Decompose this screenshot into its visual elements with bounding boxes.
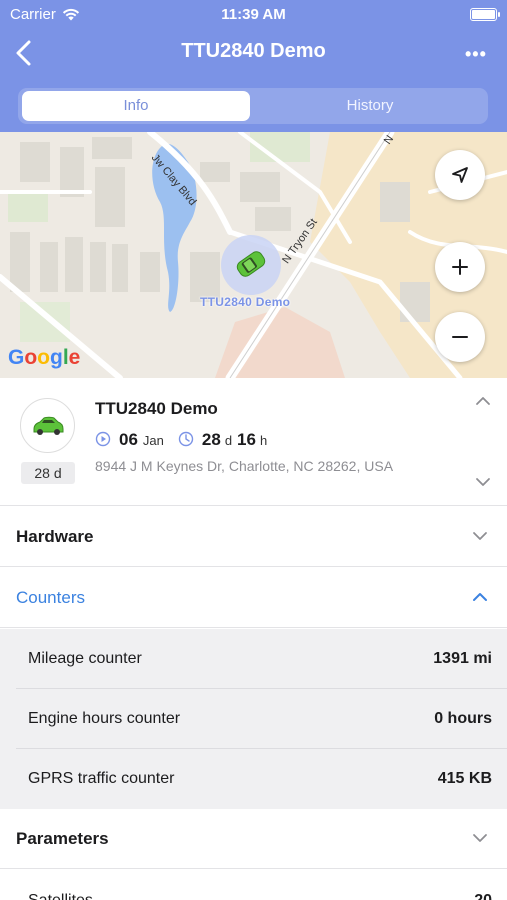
last-message-day: 06 bbox=[119, 430, 138, 449]
duration-hours: 16 bbox=[237, 430, 256, 449]
car-icon bbox=[33, 416, 63, 435]
app-header: Carrier 11:39 AM TTU2840 Demo ••• Info H… bbox=[0, 0, 507, 132]
unit-name: TTU2840 Demo bbox=[95, 399, 218, 418]
tab-info[interactable]: Info bbox=[22, 91, 250, 121]
section-parameters[interactable]: Parameters bbox=[0, 809, 507, 869]
counter-value: 0 hours bbox=[434, 710, 492, 727]
chevron-down-icon bbox=[473, 532, 487, 540]
status-bar: Carrier 11:39 AM bbox=[0, 0, 507, 28]
unit-avatar bbox=[20, 398, 75, 453]
section-counters-title: Counters bbox=[16, 588, 85, 607]
segmented-control: Info History bbox=[18, 88, 488, 124]
parameter-label: Satellites bbox=[28, 892, 93, 900]
tab-history[interactable]: History bbox=[256, 91, 484, 121]
locate-button[interactable] bbox=[435, 150, 485, 200]
chevron-down-icon bbox=[473, 834, 487, 842]
more-dots-icon: ••• bbox=[465, 44, 487, 64]
zoom-in-button[interactable] bbox=[435, 242, 485, 292]
age-badge: 28 d bbox=[21, 462, 75, 484]
duration-days: 28 bbox=[201, 430, 221, 449]
play-circle-icon bbox=[95, 431, 111, 447]
duration-hours-unit: h bbox=[259, 433, 268, 448]
counter-row: GPRS traffic counter 415 KB bbox=[0, 749, 507, 809]
section-parameters-title: Parameters bbox=[16, 829, 109, 848]
unit-meta: 06 Jan 28 d 16 h bbox=[95, 429, 267, 450]
counter-label: Mileage counter bbox=[28, 650, 142, 667]
counter-row: Engine hours counter 0 hours bbox=[0, 689, 507, 749]
parameter-value: 20 bbox=[474, 892, 492, 900]
section-hardware[interactable]: Hardware bbox=[0, 507, 507, 567]
counter-row: Mileage counter 1391 mi bbox=[0, 629, 507, 689]
counter-value: 415 KB bbox=[437, 770, 492, 787]
chevron-up-icon[interactable] bbox=[474, 394, 492, 408]
section-hardware-title: Hardware bbox=[16, 527, 94, 546]
page-title: TTU2840 Demo bbox=[181, 40, 326, 62]
zoom-out-button[interactable] bbox=[435, 312, 485, 362]
chevron-down-icon[interactable] bbox=[474, 475, 492, 489]
last-message-month: Jan bbox=[142, 433, 164, 448]
chevron-up-icon bbox=[473, 593, 487, 601]
zoom-out-icon bbox=[452, 336, 468, 338]
counter-label: GPRS traffic counter bbox=[28, 770, 175, 787]
counter-value: 1391 mi bbox=[433, 650, 492, 667]
locate-icon bbox=[452, 167, 468, 183]
vehicle-marker[interactable] bbox=[231, 244, 271, 284]
status-time: 11:39 AM bbox=[221, 6, 286, 23]
google-logo: Google bbox=[8, 346, 81, 369]
clock-icon bbox=[178, 431, 194, 447]
counter-label: Engine hours counter bbox=[28, 710, 181, 727]
map-vehicle-label: TTU2840 Demo bbox=[200, 295, 291, 309]
map-view[interactable]: Jw Clay Blvd N Tryon St N TTU2840 Demo G… bbox=[0, 132, 507, 378]
duration-days-unit: d bbox=[224, 433, 233, 448]
battery-icon bbox=[470, 8, 500, 21]
parameter-row: Satellites 20 bbox=[0, 870, 507, 900]
more-button[interactable]: ••• bbox=[465, 44, 489, 64]
section-counters[interactable]: Counters bbox=[0, 568, 507, 628]
unit-address: 8944 J M Keynes Dr, Charlotte, NC 28262,… bbox=[95, 458, 394, 474]
unit-card[interactable]: 28 d TTU2840 Demo 06 Jan 28 d 16 h 8944 … bbox=[0, 378, 507, 506]
zoom-in-icon bbox=[452, 259, 468, 275]
